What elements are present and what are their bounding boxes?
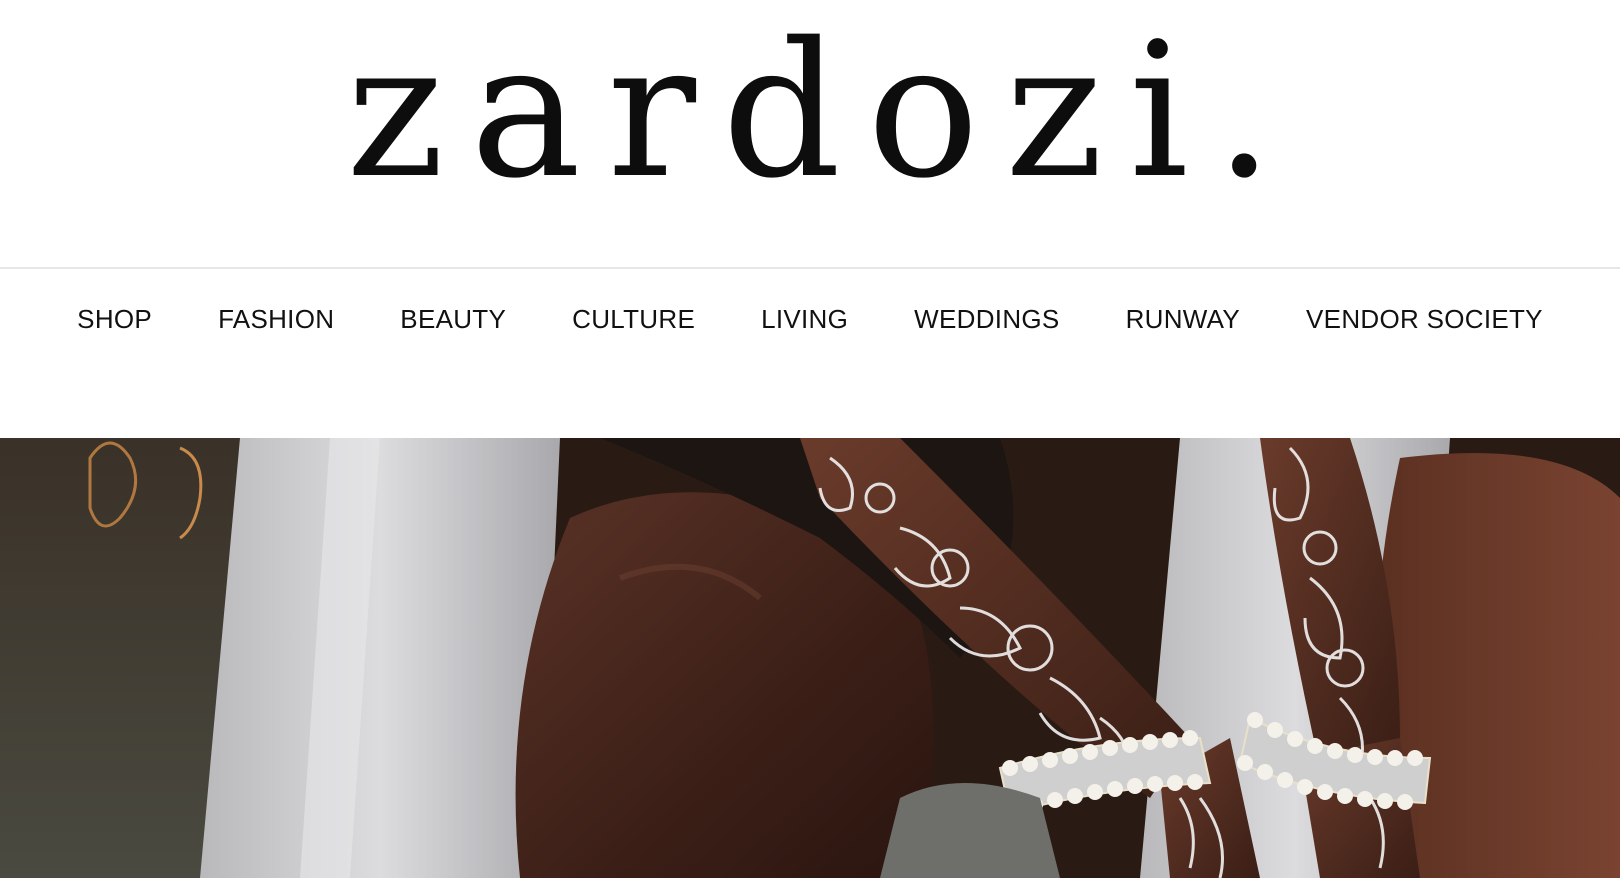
fabric-drape-left xyxy=(200,438,560,878)
nav-item-fashion[interactable]: FASHION xyxy=(185,304,367,335)
nav-item-vendor-society[interactable]: VENDOR SOCIETY xyxy=(1273,304,1576,335)
nav-item-beauty[interactable]: BEAUTY xyxy=(367,304,539,335)
masthead: zardozi. xyxy=(0,0,1620,267)
page: zardozi. SHOP FASHION BEAUTY CULTURE LIV… xyxy=(0,0,1620,878)
nav-list: SHOP FASHION BEAUTY CULTURE LIVING WEDDI… xyxy=(0,269,1620,369)
nav-item-weddings[interactable]: WEDDINGS xyxy=(881,304,1092,335)
nav-item-runway[interactable]: RUNWAY xyxy=(1093,304,1273,335)
stone-object xyxy=(880,783,1060,878)
nav-item-culture[interactable]: CULTURE xyxy=(539,304,728,335)
site-logo[interactable]: zardozi. xyxy=(320,18,1299,204)
nav-item-living[interactable]: LIVING xyxy=(728,304,881,335)
primary-nav: SHOP FASHION BEAUTY CULTURE LIVING WEDDI… xyxy=(0,269,1620,438)
hero-image[interactable] xyxy=(0,438,1620,878)
hero-illustration xyxy=(0,438,1620,878)
nav-item-shop[interactable]: SHOP xyxy=(44,304,185,335)
